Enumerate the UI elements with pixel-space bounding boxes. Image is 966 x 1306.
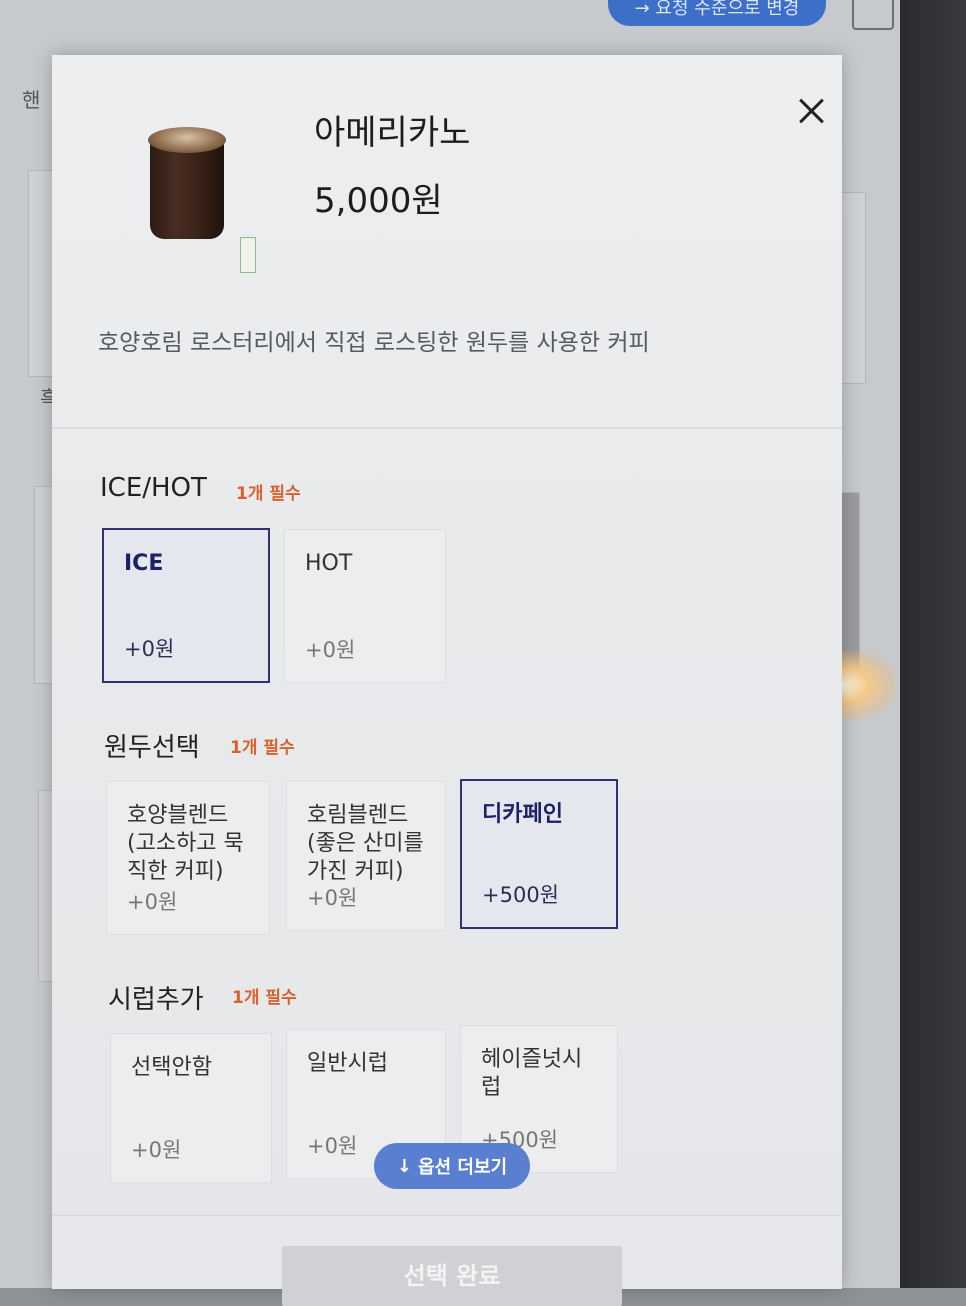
option-label: HOT	[305, 551, 353, 576]
option-label: ICE	[124, 551, 164, 576]
option-no-syrup[interactable]: 선택안함 +0원	[110, 1033, 272, 1183]
bottom-bar: 선택 완료	[52, 1215, 842, 1306]
option-hot[interactable]: HOT +0원	[284, 529, 446, 683]
device-bezel	[900, 0, 966, 1288]
option-label: 호양블렌드 (고소하고 묵직한 커피)	[127, 803, 244, 884]
cup-lid	[148, 127, 226, 153]
required-badge: 1개 필수	[232, 988, 297, 1008]
background-top-button: → 요청 수준으로 변경	[608, 0, 826, 26]
product-price: 5,000원	[314, 181, 443, 221]
product-description: 호양호림 로스터리에서 직접 로스팅한 원두를 사용한 커피	[98, 330, 650, 356]
option-horim-blend[interactable]: 호림블렌드 (좋은 산미를 가진 커피) +0원	[286, 781, 446, 931]
arrow-down-icon: ↓	[396, 1155, 412, 1177]
option-price: +0원	[305, 638, 356, 662]
close-icon[interactable]	[794, 93, 830, 129]
product-name: 아메리카노	[314, 113, 471, 153]
option-price: +0원	[131, 1138, 182, 1162]
required-badge: 1개 필수	[236, 484, 301, 504]
option-price: +0원	[307, 886, 358, 910]
coffee-cup-icon	[150, 139, 224, 239]
cup-tag	[240, 237, 256, 273]
section-title-ice-hot: ICE/HOT	[100, 473, 207, 503]
option-price: +0원	[307, 1134, 358, 1158]
background-home-icon	[852, 0, 894, 30]
divider	[52, 427, 842, 429]
more-options-button[interactable]: ↓ 옵션 더보기	[374, 1143, 530, 1189]
option-price: +0원	[127, 890, 178, 914]
done-button[interactable]: 선택 완료	[282, 1246, 622, 1306]
section-title-bean: 원두선택	[104, 733, 200, 763]
product-image	[142, 127, 272, 277]
option-price: +0원	[124, 637, 175, 661]
background-text: 핸	[22, 88, 41, 112]
option-price: +500원	[482, 883, 559, 907]
option-hoyang-blend[interactable]: 호양블렌드 (고소하고 묵직한 커피) +0원	[106, 781, 270, 935]
more-options-label: 옵션 더보기	[418, 1157, 508, 1178]
required-badge: 1개 필수	[230, 738, 295, 758]
option-label: 호림블렌드 (좋은 산미를 가진 커피)	[307, 803, 424, 884]
option-label: 선택안함	[131, 1055, 212, 1080]
option-label: 헤이즐넛시럽	[481, 1047, 583, 1100]
section-title-syrup: 시럽추가	[108, 985, 204, 1015]
option-label: 디카페인	[482, 802, 563, 827]
option-ice[interactable]: ICE +0원	[102, 528, 270, 683]
option-decaf[interactable]: 디카페인 +500원	[460, 779, 618, 929]
option-modal: 아메리카노 5,000원 호양호림 로스터리에서 직접 로스팅한 원두를 사용한…	[52, 55, 842, 1306]
option-label: 일반시럽	[307, 1051, 388, 1076]
